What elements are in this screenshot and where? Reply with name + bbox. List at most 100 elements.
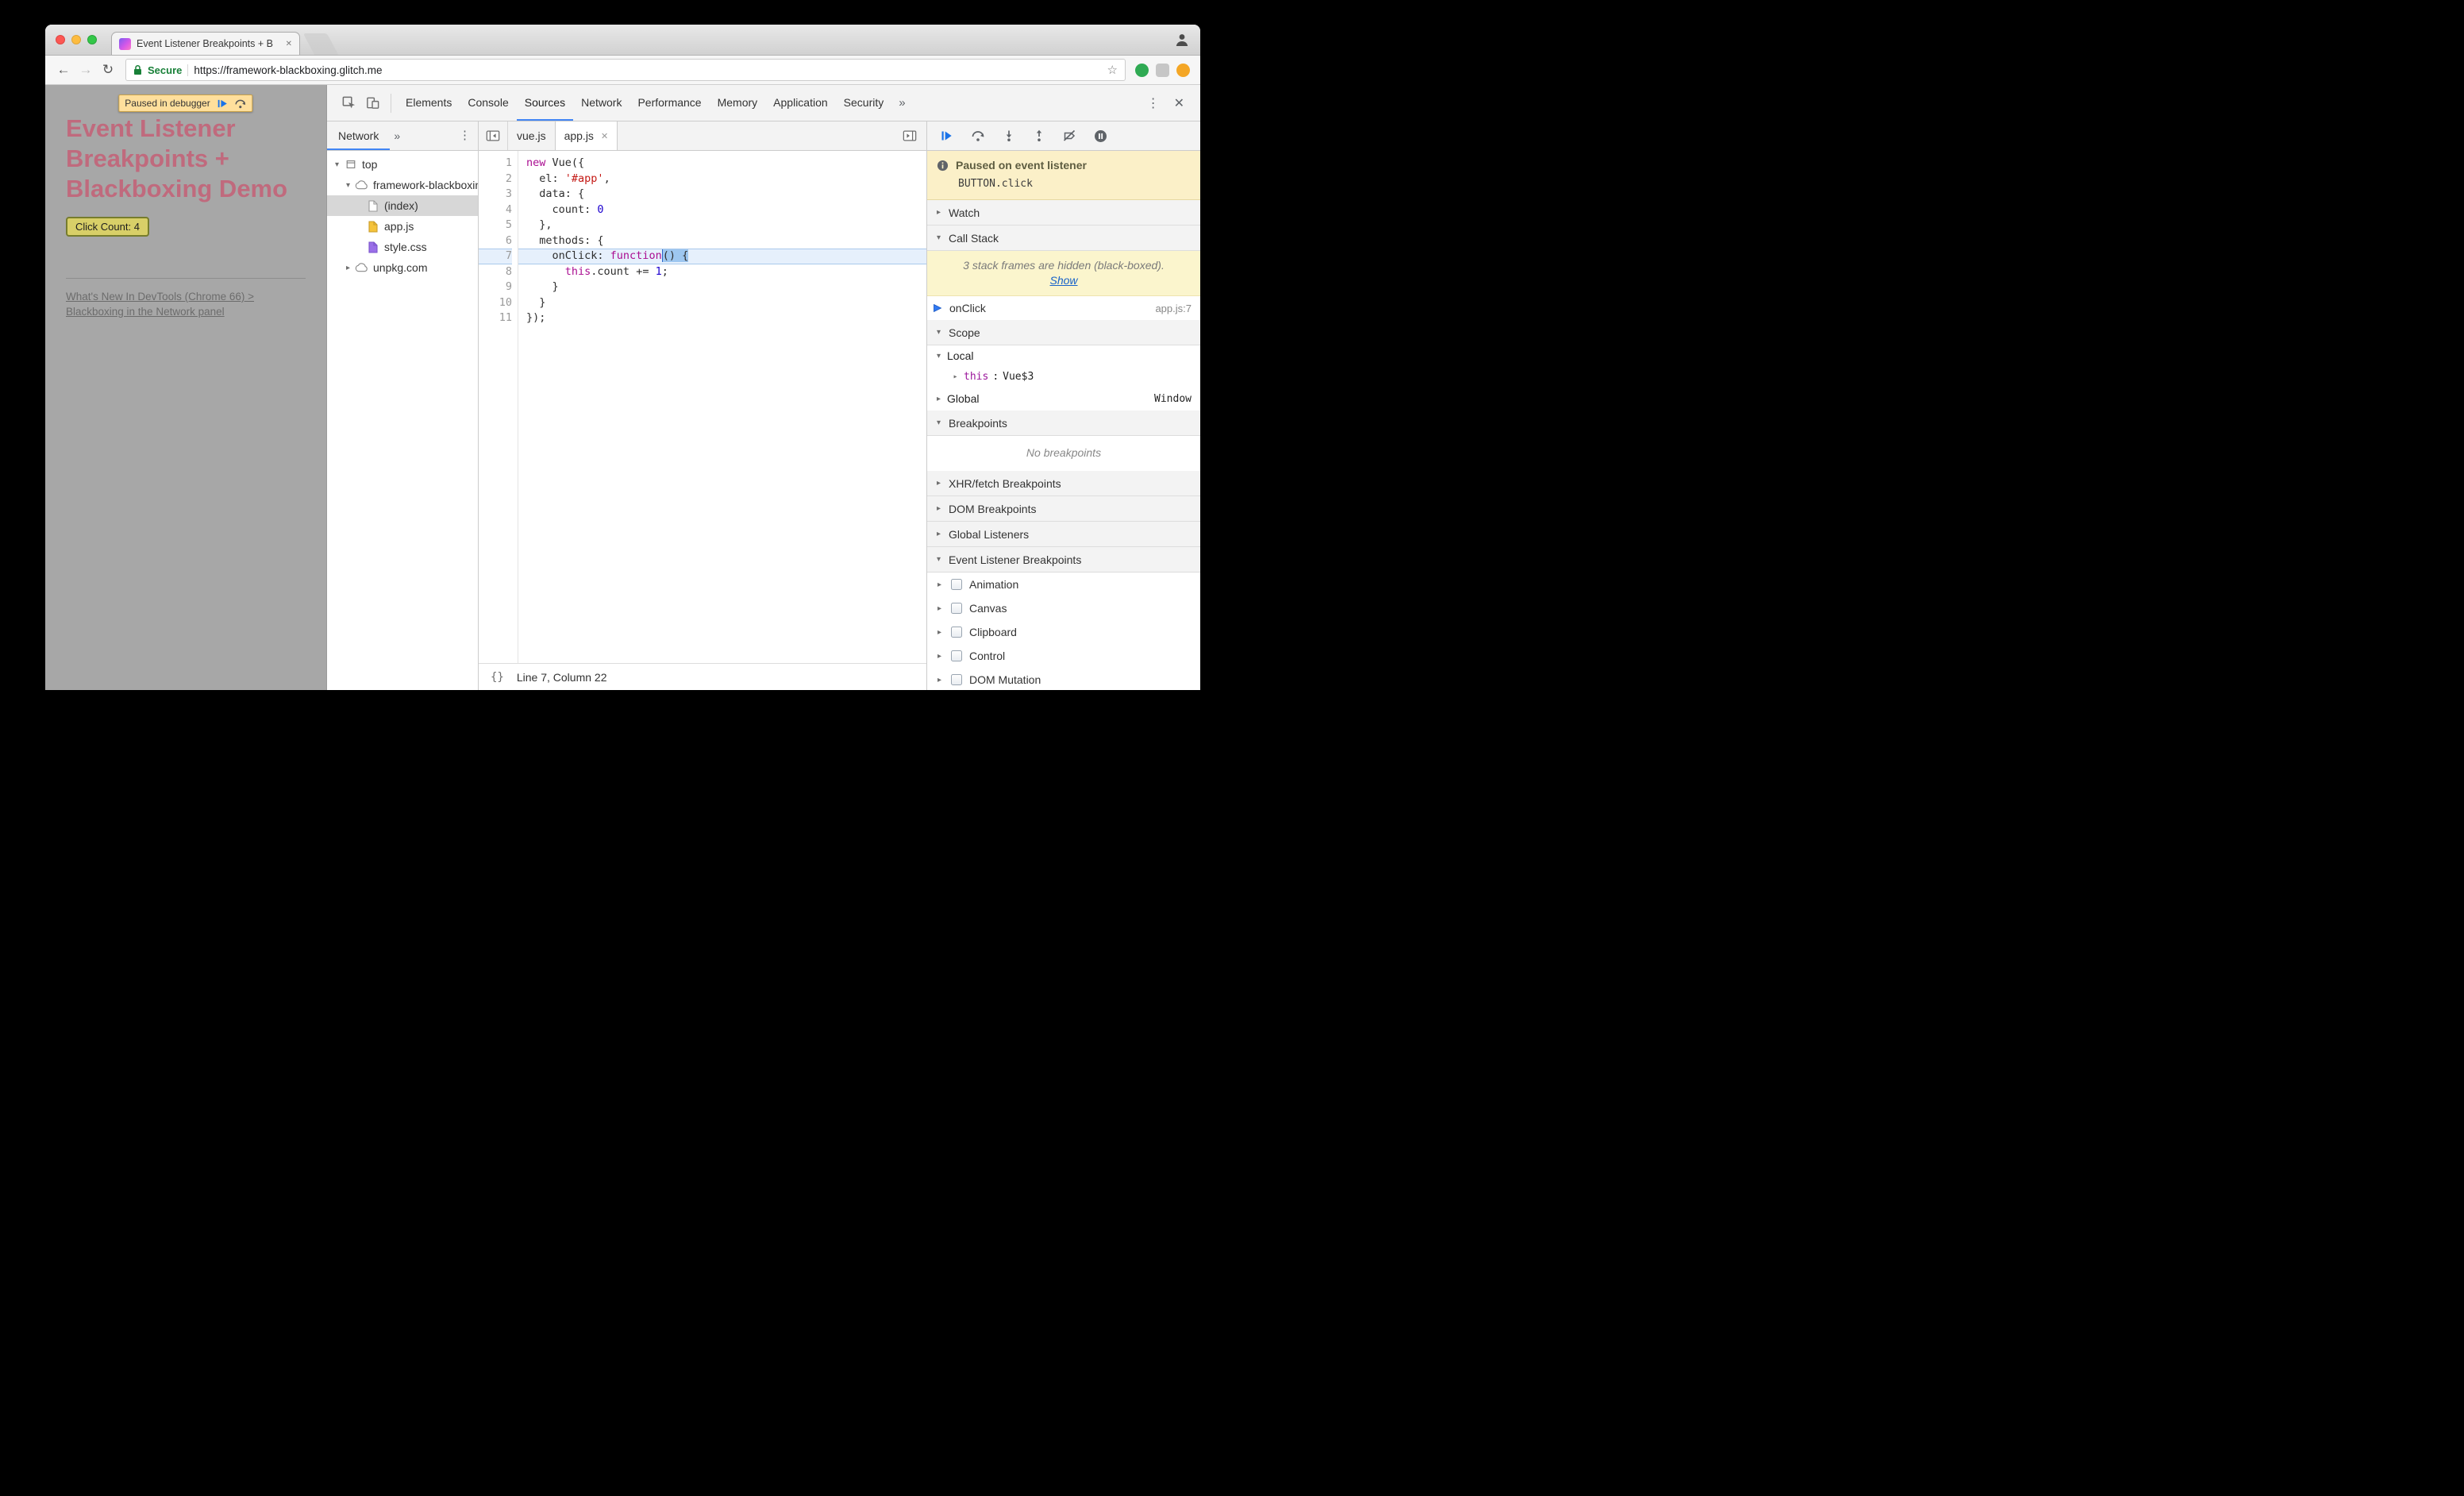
tree-item-framework-blackboxing-glitch-me[interactable]: ▾ framework-blackboxing.glitch.me xyxy=(327,175,478,195)
expanded-twisty-icon[interactable]: ▾ xyxy=(934,352,943,361)
category-checkbox[interactable] xyxy=(951,603,962,614)
tab-console[interactable]: Console xyxy=(460,85,516,121)
expanded-twisty-icon[interactable]: ▾ xyxy=(343,181,353,190)
extension-icon-green[interactable] xyxy=(1135,63,1149,77)
tree-item-app-js[interactable]: app.js xyxy=(327,216,478,237)
maximize-window-button[interactable] xyxy=(87,35,97,44)
collapsed-twisty-icon[interactable]: ▸ xyxy=(934,479,943,488)
collapsed-twisty-icon[interactable]: ▸ xyxy=(343,264,353,272)
gutter-line-1[interactable]: 1 xyxy=(479,156,512,172)
tab-network[interactable]: Network xyxy=(573,85,629,121)
editor-tab-appjs[interactable]: app.js ✕ xyxy=(554,121,618,150)
event-category-animation[interactable]: ▸ Animation xyxy=(927,573,1200,596)
code-line-6[interactable]: methods: { xyxy=(518,233,926,249)
tab-performance[interactable]: Performance xyxy=(629,85,709,121)
collapsed-twisty-icon[interactable]: ▸ xyxy=(934,530,943,538)
collapsed-twisty-icon[interactable]: ▸ xyxy=(934,208,943,217)
devtools-close-icon[interactable]: ✕ xyxy=(1174,95,1184,111)
gutter-line-10[interactable]: 10 xyxy=(479,295,512,311)
page-link-line1[interactable]: What's New In DevTools (Chrome 66) > xyxy=(66,289,306,304)
close-window-button[interactable] xyxy=(56,35,65,44)
navigator-menu-icon[interactable]: ⋮ xyxy=(452,121,478,150)
scope-global-row[interactable]: ▸ Global Window xyxy=(927,387,1200,411)
gutter-line-9[interactable]: 9 xyxy=(479,280,512,295)
collapsed-twisty-icon[interactable]: ▸ xyxy=(935,676,944,684)
navigator-more-tabs-icon[interactable]: » xyxy=(390,121,404,150)
section-breakpoints[interactable]: ▾ Breakpoints xyxy=(927,411,1200,436)
code-line-8[interactable]: this.count += 1; xyxy=(518,264,926,280)
extension-icon-gray[interactable] xyxy=(1156,63,1169,77)
category-checkbox[interactable] xyxy=(951,674,962,685)
blackbox-show-link[interactable]: Show xyxy=(1049,274,1077,287)
gutter-line-6[interactable]: 6 xyxy=(479,233,512,249)
extension-icon-orange[interactable] xyxy=(1176,63,1190,77)
step-over-icon[interactable] xyxy=(971,129,985,142)
pause-on-exceptions-icon[interactable] xyxy=(1094,129,1107,143)
profile-icon[interactable] xyxy=(1174,32,1190,48)
collapsed-twisty-icon[interactable]: ▸ xyxy=(934,504,943,513)
tab-memory[interactable]: Memory xyxy=(710,85,766,121)
scope-local-row[interactable]: ▾ Local xyxy=(927,345,1200,366)
code-line-2[interactable]: el: '#app', xyxy=(518,172,926,187)
event-category-canvas[interactable]: ▸ Canvas xyxy=(927,596,1200,620)
gutter-line-3[interactable]: 3 xyxy=(479,187,512,202)
category-checkbox[interactable] xyxy=(951,579,962,590)
toggle-debugger-sidebar-icon[interactable] xyxy=(893,121,926,150)
collapsed-twisty-icon[interactable]: ▸ xyxy=(935,604,944,613)
editor-tab-vuejs[interactable]: vue.js xyxy=(508,121,555,150)
section-global-listeners[interactable]: ▸ Global Listeners xyxy=(927,522,1200,547)
code-line-5[interactable]: }, xyxy=(518,218,926,233)
section-event-listener-breakpoints[interactable]: ▾ Event Listener Breakpoints xyxy=(927,547,1200,573)
code-editor[interactable]: 1 2 3 4 5 6 7 8 9 10 11 new Vue({ el: '#app', data… xyxy=(479,151,926,663)
call-stack-frame[interactable]: onClick app.js:7 xyxy=(927,296,1200,320)
back-button[interactable]: ← xyxy=(52,62,75,78)
section-scope[interactable]: ▾ Scope xyxy=(927,320,1200,345)
code-line-4[interactable]: count: 0 xyxy=(518,202,926,218)
gutter-line-4[interactable]: 4 xyxy=(479,202,512,218)
collapsed-twisty-icon[interactable]: ▸ xyxy=(935,580,944,589)
tab-close-icon[interactable]: ✕ xyxy=(286,40,292,48)
deactivate-breakpoints-icon[interactable] xyxy=(1063,129,1076,142)
close-tab-icon[interactable]: ✕ xyxy=(601,131,608,141)
gutter-line-7[interactable]: 7 xyxy=(479,249,512,264)
code-line-7[interactable]: onClick: function() { xyxy=(518,249,926,264)
page-link[interactable]: What's New In DevTools (Chrome 66) > Bla… xyxy=(66,289,306,319)
navigator-tab-network[interactable]: Network xyxy=(327,121,390,150)
step-out-icon[interactable] xyxy=(1033,129,1045,142)
expanded-twisty-icon[interactable]: ▾ xyxy=(934,233,943,242)
new-tab-button[interactable] xyxy=(302,33,339,55)
collapsed-twisty-icon[interactable]: ▸ xyxy=(935,652,944,661)
minimize-window-button[interactable] xyxy=(71,35,81,44)
url-text[interactable]: https://framework-blackboxing.glitch.me xyxy=(194,64,1101,76)
step-into-icon[interactable] xyxy=(1003,129,1015,142)
resume-script-icon[interactable] xyxy=(218,98,228,109)
code-line-11[interactable]: }); xyxy=(518,310,926,326)
gutter-line-2[interactable]: 2 xyxy=(479,172,512,187)
tab-application[interactable]: Application xyxy=(765,85,836,121)
section-call-stack[interactable]: ▾ Call Stack xyxy=(927,226,1200,251)
line-number-gutter[interactable]: 1 2 3 4 5 6 7 8 9 10 11 xyxy=(479,151,518,663)
forward-button[interactable]: → xyxy=(75,62,97,78)
tab-security[interactable]: Security xyxy=(836,85,892,121)
gutter-line-8[interactable]: 8 xyxy=(479,264,512,280)
gutter-line-5[interactable]: 5 xyxy=(479,218,512,233)
resume-icon[interactable] xyxy=(940,129,953,142)
category-checkbox[interactable] xyxy=(951,650,962,661)
event-category-control[interactable]: ▸ Control xyxy=(927,644,1200,668)
expanded-twisty-icon[interactable]: ▾ xyxy=(332,160,342,169)
devtools-menu-icon[interactable]: ⋮ xyxy=(1147,95,1160,111)
collapsed-twisty-icon[interactable]: ▸ xyxy=(934,395,943,403)
category-checkbox[interactable] xyxy=(951,627,962,638)
expanded-twisty-icon[interactable]: ▾ xyxy=(934,418,943,427)
section-watch[interactable]: ▸ Watch xyxy=(927,200,1200,226)
scope-this-row[interactable]: ▸ this: Vue$3 xyxy=(927,366,1200,387)
more-tabs-icon[interactable]: » xyxy=(891,85,912,121)
frame-location[interactable]: app.js:7 xyxy=(1155,303,1192,314)
click-count-button[interactable]: Click Count: 4 xyxy=(66,217,149,237)
gutter-line-11[interactable]: 11 xyxy=(479,310,512,326)
tab-sources[interactable]: Sources xyxy=(517,85,573,121)
browser-tab[interactable]: Event Listener Breakpoints + B ✕ xyxy=(111,32,300,55)
page-link-line2[interactable]: Blackboxing in the Network panel xyxy=(66,304,306,319)
tree-item--index-[interactable]: (index) xyxy=(327,195,478,216)
tree-item-top[interactable]: ▾ top xyxy=(327,154,478,175)
